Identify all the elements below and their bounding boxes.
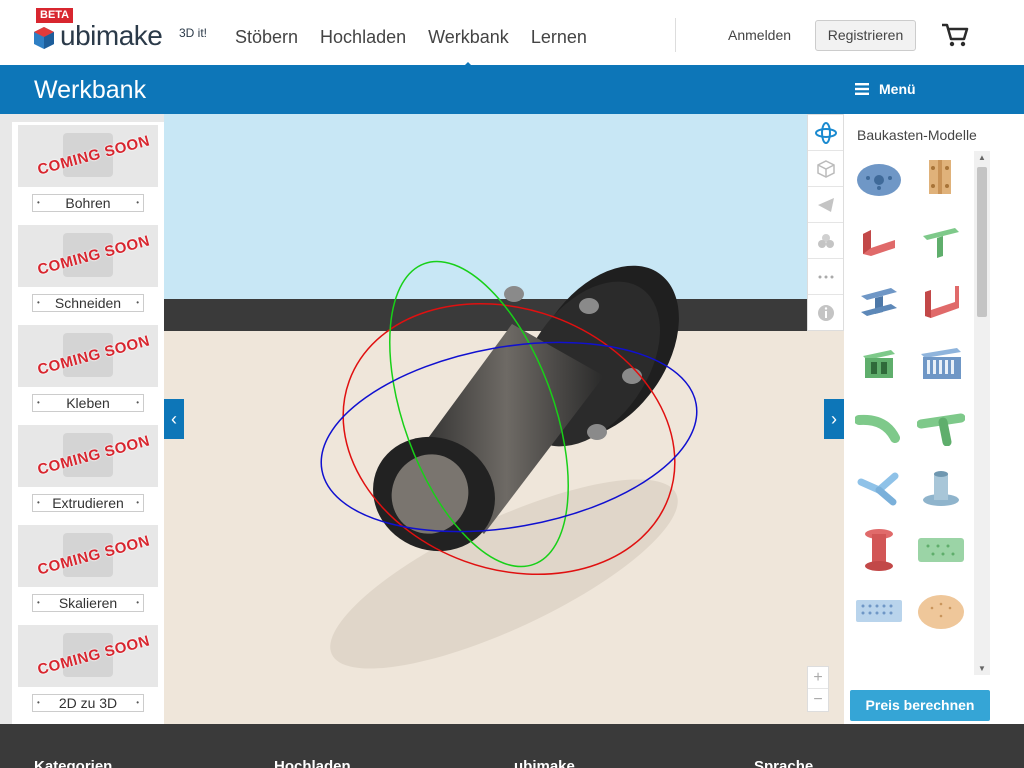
menu-label: Menü	[879, 81, 916, 97]
model-library-panel: Baukasten-Modelle	[844, 114, 1024, 724]
blue-y-pipe-model[interactable]	[850, 462, 908, 514]
cart-icon[interactable]	[940, 22, 970, 48]
plane-icon	[817, 197, 834, 212]
title-bar: Werkbank Menü	[0, 65, 1024, 114]
tool-schneiden[interactable]: COMING SOON Schneiden	[18, 225, 158, 312]
calculate-price-button[interactable]: Preis berechnen	[850, 690, 990, 721]
view-toolbar	[807, 114, 844, 331]
tools-panel: COMING SOON Bohren COMING SOON Schneiden…	[0, 114, 164, 724]
green-tee-model[interactable]	[912, 214, 970, 266]
tool-preview: COMING SOON	[18, 325, 158, 387]
blue-partial-model[interactable]	[912, 648, 970, 674]
plane-view-button[interactable]	[808, 187, 843, 223]
main-nav: Stöbern Hochladen Werkbank Lernen	[235, 27, 609, 69]
prev-arrow-button[interactable]: ‹	[164, 399, 184, 439]
red-u-channel-model[interactable]	[912, 276, 970, 328]
tool-2d-zu-3d[interactable]: COMING SOON 2D zu 3D	[18, 625, 158, 712]
footer-heading-kategorien: Kategorien	[34, 758, 113, 768]
wall-strip	[164, 299, 844, 331]
tool-label[interactable]: Kleben	[32, 394, 144, 412]
green-partial-model[interactable]	[850, 648, 908, 674]
scroll-down-icon[interactable]: ▼	[978, 664, 986, 673]
nav-item-stoebern[interactable]: Stöbern	[235, 27, 298, 48]
red-angle-model[interactable]	[850, 214, 908, 266]
nav-item-werkbank[interactable]: Werkbank	[428, 27, 509, 69]
red-spool-model[interactable]	[850, 524, 908, 576]
cube-icon	[816, 159, 835, 178]
orange-disc-model[interactable]	[912, 586, 970, 638]
scroll-up-icon[interactable]: ▲	[978, 153, 986, 162]
zoom-out-button[interactable]: −	[808, 689, 828, 711]
dots-button[interactable]	[808, 259, 843, 295]
model-library-list	[850, 152, 976, 674]
tool-label[interactable]: 2D zu 3D	[32, 694, 144, 712]
login-link[interactable]: Anmelden	[728, 27, 791, 43]
footer: Kategorien Hochladen ubimake Sprache	[0, 724, 1024, 768]
spheres-button[interactable]	[808, 223, 843, 259]
nav-item-hochladen[interactable]: Hochladen	[320, 27, 406, 48]
3d-scene[interactable]	[164, 114, 844, 724]
green-tee-pipe-model[interactable]	[912, 400, 970, 452]
spheres-icon	[817, 233, 834, 248]
menu-button[interactable]: Menü	[855, 81, 916, 97]
logo-cube-icon	[34, 27, 54, 49]
green-elbow-model[interactable]	[850, 400, 908, 452]
dots-icon	[818, 275, 833, 278]
blue-flange-model[interactable]	[912, 462, 970, 514]
round-plate-model[interactable]	[850, 152, 908, 204]
cube-view-button[interactable]	[808, 151, 843, 187]
header-divider	[675, 18, 676, 52]
scroll-thumb[interactable]	[977, 167, 987, 317]
top-header: BETA ubimake 3D it! Stöbern Hochladen We…	[0, 0, 1024, 69]
tool-label[interactable]: Extrudieren	[32, 494, 144, 512]
tool-label[interactable]: Skalieren	[32, 594, 144, 612]
hinge-model[interactable]	[912, 152, 970, 204]
tool-kleben[interactable]: COMING SOON Kleben	[18, 325, 158, 412]
nav-item-lernen[interactable]: Lernen	[531, 27, 587, 48]
footer-heading-sprache: Sprache	[754, 758, 814, 768]
zoom-in-button[interactable]: +	[808, 667, 828, 689]
register-button[interactable]: Registrieren	[815, 20, 916, 51]
page-title: Werkbank	[34, 76, 147, 104]
green-bracket-model[interactable]	[850, 338, 908, 390]
tool-bohren[interactable]: COMING SOON Bohren	[18, 125, 158, 212]
zoom-controls: + −	[807, 666, 829, 712]
tool-preview: COMING SOON	[18, 225, 158, 287]
tool-skalieren[interactable]: COMING SOON Skalieren	[18, 525, 158, 612]
sky-backdrop	[164, 114, 844, 299]
tool-preview: COMING SOON	[18, 425, 158, 487]
blue-pegboard-model[interactable]	[850, 586, 908, 638]
ubimake-logo[interactable]: BETA ubimake 3D it!	[33, 8, 223, 56]
tool-label[interactable]: Bohren	[32, 194, 144, 212]
library-scrollbar[interactable]: ▲ ▼	[974, 151, 990, 675]
footer-heading-ubimake: ubimake	[514, 758, 575, 768]
blue-h-beam-model[interactable]	[850, 276, 908, 328]
tools-list: COMING SOON Bohren COMING SOON Schneiden…	[12, 122, 164, 724]
tool-preview: COMING SOON	[18, 525, 158, 587]
footer-heading-hochladen: Hochladen	[274, 758, 351, 768]
blue-grid-model[interactable]	[912, 338, 970, 390]
tool-preview: COMING SOON	[18, 125, 158, 187]
info-button[interactable]	[808, 295, 843, 331]
tool-preview: COMING SOON	[18, 625, 158, 687]
library-title: Baukasten-Modelle	[857, 127, 977, 143]
next-arrow-button[interactable]: ›	[824, 399, 844, 439]
green-plate-model[interactable]	[912, 524, 970, 576]
hamburger-icon	[855, 83, 869, 95]
logo-wordmark: ubimake	[60, 20, 163, 51]
info-icon	[817, 305, 834, 321]
rotate-view-button[interactable]	[808, 115, 843, 151]
logo-tagline: 3D it!	[179, 26, 208, 40]
3d-viewport[interactable]: ‹ ›	[164, 114, 844, 724]
tool-extrudieren[interactable]: COMING SOON Extrudieren	[18, 425, 158, 512]
rotate-icon	[814, 121, 837, 144]
tool-label[interactable]: Schneiden	[32, 294, 144, 312]
